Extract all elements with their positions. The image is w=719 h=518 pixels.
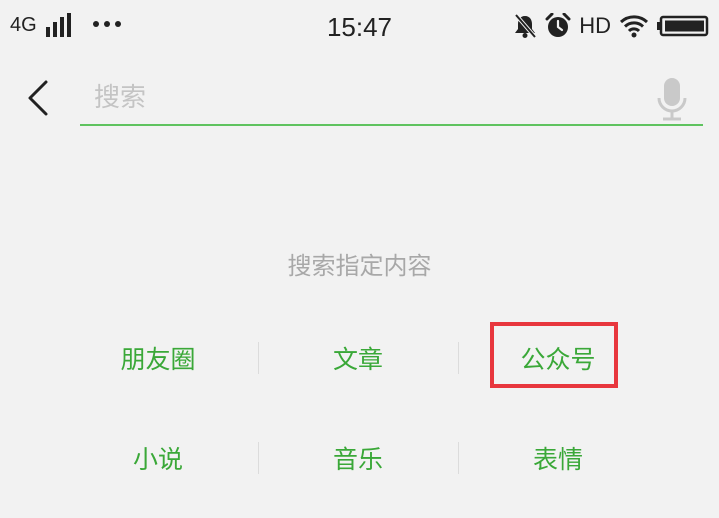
search-input[interactable] xyxy=(94,78,634,118)
category-moments[interactable]: 朋友圈 xyxy=(58,318,258,398)
category-row: 小说 音乐 表情 xyxy=(58,418,658,498)
category-stickers[interactable]: 表情 xyxy=(458,418,658,498)
microphone-icon[interactable] xyxy=(655,76,689,122)
status-icons: HD xyxy=(513,12,709,40)
category-music[interactable]: 音乐 xyxy=(258,418,458,498)
search-hint: 搜索指定内容 xyxy=(287,252,432,280)
category-official-accounts[interactable]: 公众号 xyxy=(458,318,658,398)
back-button[interactable] xyxy=(22,78,56,118)
alarm-icon xyxy=(545,13,571,37)
wifi-icon xyxy=(619,15,649,38)
hd-indicator: HD xyxy=(579,13,611,38)
category-articles[interactable]: 文章 xyxy=(258,318,458,398)
battery-icon xyxy=(657,15,709,37)
search-category-grid: 朋友圈 文章 公众号 小说 音乐 表情 xyxy=(58,318,658,498)
mute-bell-icon xyxy=(514,13,537,39)
search-box xyxy=(80,74,703,126)
category-novels[interactable]: 小说 xyxy=(58,418,258,498)
status-bar: 4G 15:47 HD xyxy=(0,0,719,52)
category-row: 朋友圈 文章 公众号 xyxy=(58,318,658,398)
